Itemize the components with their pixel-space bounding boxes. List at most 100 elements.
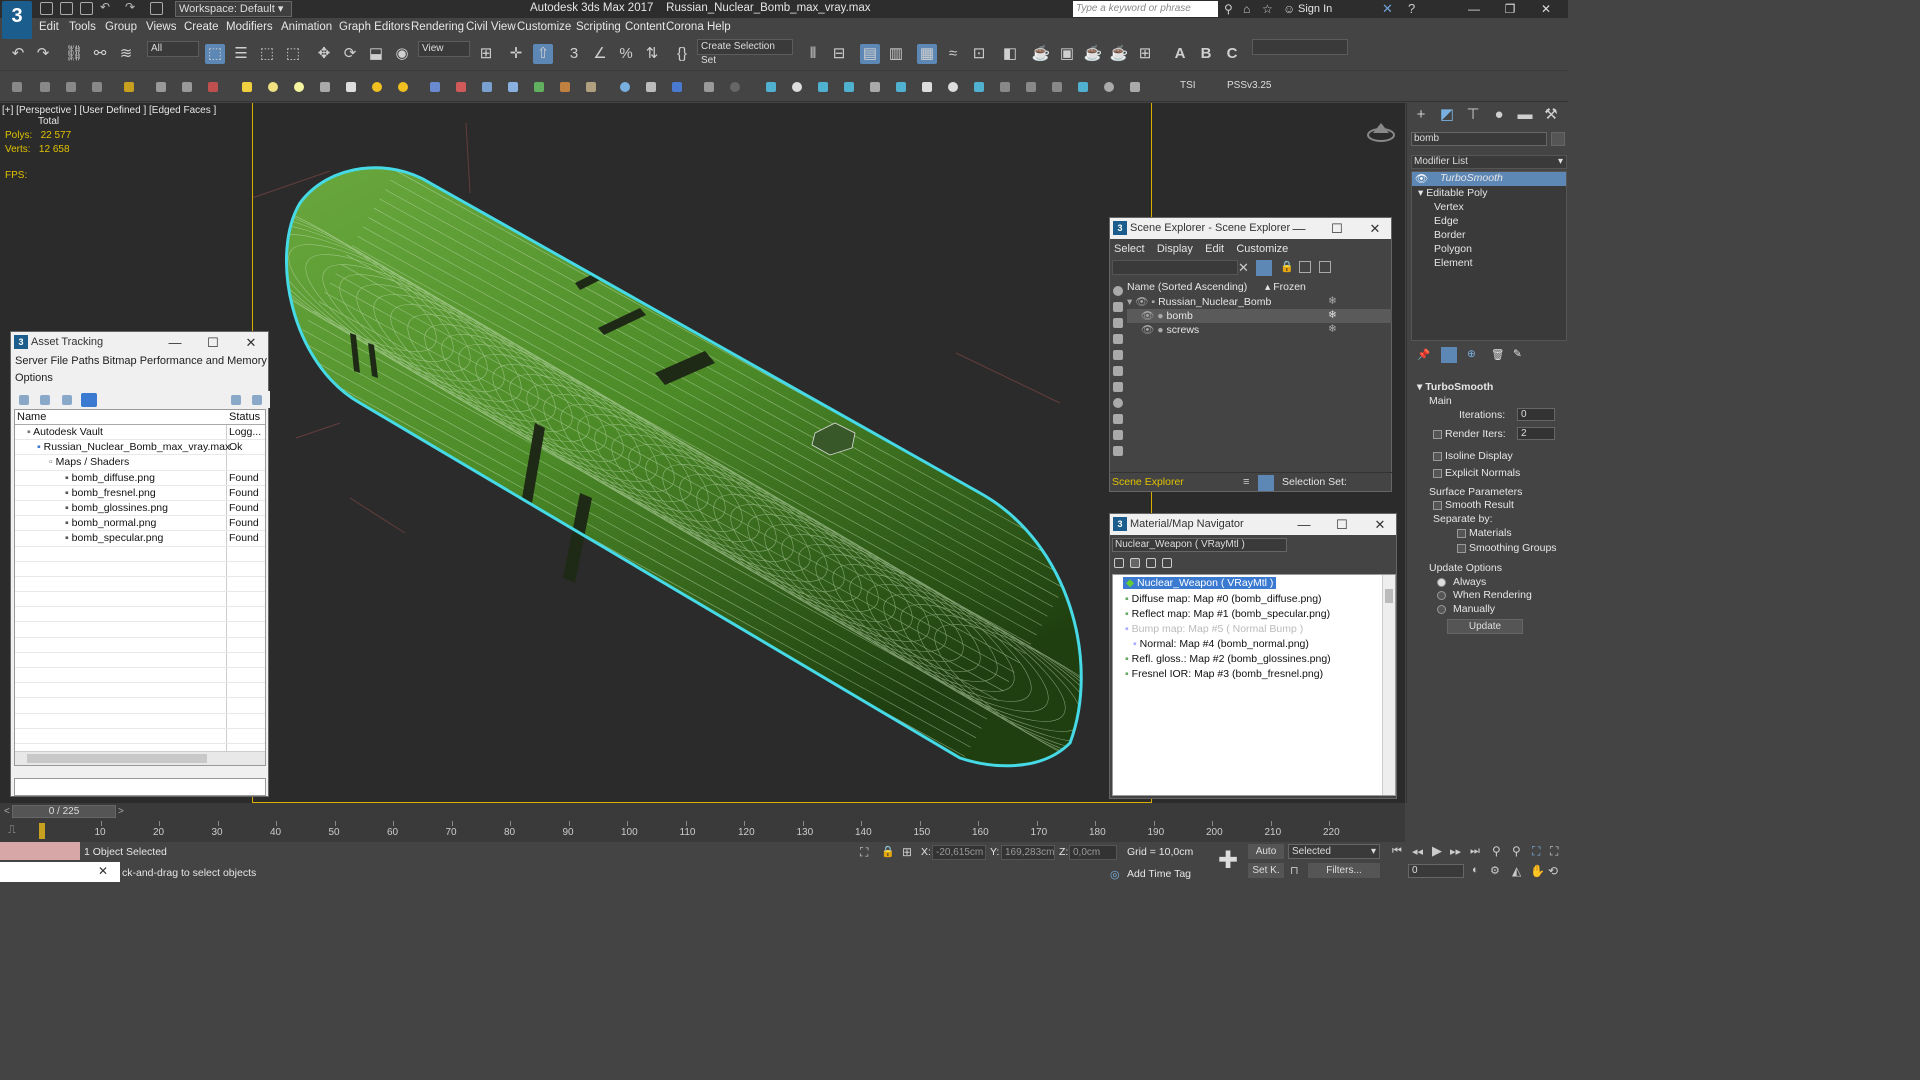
scene-item-screws[interactable]: 👁 ● screws — [1127, 323, 1392, 337]
stack-vertex[interactable]: Vertex — [1434, 201, 1464, 213]
rect-selection-icon[interactable]: ⬚ — [257, 44, 277, 64]
text-tool-a-icon[interactable]: A — [1170, 44, 1190, 64]
menu-group[interactable]: Group — [105, 21, 137, 33]
display-shapes-icon[interactable] — [1113, 302, 1123, 312]
lock-icon[interactable]: 🔒 — [1280, 260, 1294, 273]
tsi-label[interactable]: TSI — [1180, 80, 1196, 91]
col-frozen-header[interactable]: ▴ Frozen — [1265, 281, 1306, 295]
current-material-field[interactable]: Nuclear_Weapon ( VRayMtl ) — [1112, 538, 1287, 552]
menu-customize[interactable]: Customize — [517, 21, 571, 33]
tool-icon[interactable] — [1104, 82, 1114, 92]
stack-edge[interactable]: Edge — [1434, 215, 1459, 227]
minimize-button[interactable]: — — [156, 332, 194, 353]
window-crossing-icon[interactable]: ⬚ — [283, 44, 303, 64]
minimize-button[interactable]: — — [1285, 514, 1323, 535]
prev-frame-icon[interactable]: < — [4, 806, 10, 817]
menu-select[interactable]: Select — [1114, 243, 1145, 255]
view-large-icons-icon[interactable] — [1162, 558, 1172, 568]
scale-icon[interactable]: ⬓ — [366, 44, 386, 64]
menu-customize[interactable]: Customize — [1236, 243, 1288, 255]
tool-icon[interactable] — [398, 82, 408, 92]
tool-icon[interactable] — [320, 82, 330, 92]
tool-icon[interactable] — [1130, 82, 1140, 92]
keyboard-shortcut-override-icon[interactable]: ⇧ — [533, 44, 553, 64]
zoom-icon[interactable]: ⚲ — [1492, 844, 1501, 858]
display-frozen-icon[interactable] — [1113, 446, 1123, 456]
isolate-selection-icon[interactable]: ⛶ — [860, 845, 868, 860]
key-filters-button[interactable]: Filters... — [1308, 863, 1380, 878]
tool-icon[interactable] — [372, 82, 382, 92]
motion-tab-icon[interactable]: ● — [1489, 105, 1509, 125]
pin-stack-icon[interactable]: 📌 — [1417, 348, 1430, 361]
place-icon[interactable]: ◉ — [392, 44, 412, 64]
object-name-input[interactable]: bomb — [1411, 132, 1547, 146]
viewcube-icon[interactable] — [1366, 115, 1396, 145]
select-object-icon[interactable]: ⬚ — [205, 44, 225, 64]
selection-lock-icon[interactable]: 🔒 — [881, 845, 895, 858]
binoculars-icon[interactable]: ⚲ — [1224, 2, 1233, 16]
set-key-button[interactable]: Set K. — [1248, 863, 1284, 878]
pss-label[interactable]: PSSv3.25 — [1227, 80, 1271, 91]
select-manipulate-icon[interactable]: ✛ — [506, 44, 526, 64]
named-selection-set-dropdown[interactable]: Create Selection Set — [697, 39, 793, 66]
material-navigator-titlebar[interactable]: 3 Material/Map Navigator — ☐ ✕ — [1110, 514, 1396, 535]
ribbon-toggle-icon[interactable]: ▦ — [917, 44, 937, 64]
tool-icon[interactable] — [560, 82, 570, 92]
update-button[interactable]: Update — [1447, 619, 1523, 634]
view-small-icons-icon[interactable] — [1146, 558, 1156, 568]
table-row[interactable]: ▪ bomb_normal.png Found — [15, 516, 265, 532]
remove-modifier-icon[interactable]: 🗑 — [1491, 348, 1504, 361]
display-containers-icon[interactable] — [1113, 430, 1123, 440]
maximize-button[interactable]: ❐ — [1492, 0, 1528, 18]
close-icon[interactable]: ✕ — [98, 864, 108, 878]
tool-icon[interactable] — [346, 82, 356, 92]
tool-icon[interactable] — [430, 82, 440, 92]
display-xrefs-icon[interactable] — [1113, 398, 1123, 408]
current-frame-field[interactable]: 0 — [1408, 864, 1464, 878]
tool-icon[interactable] — [922, 82, 932, 92]
percent-snap-icon[interactable]: % — [616, 44, 636, 64]
tool-icon[interactable] — [646, 82, 656, 92]
y-coordinate-field[interactable]: 169,283cm — [1001, 845, 1055, 860]
close-button[interactable]: ✕ — [232, 332, 270, 353]
horizontal-scrollbar[interactable] — [15, 751, 265, 765]
map-normal[interactable]: ▪ Normal: Map #4 (bomb_normal.png) — [1133, 638, 1309, 650]
tool-icon[interactable] — [534, 82, 544, 92]
undo-icon[interactable]: ↶ — [8, 44, 28, 64]
material-editor-icon[interactable]: ◧ — [1000, 44, 1020, 64]
tool-icon[interactable] — [268, 82, 278, 92]
tool-icon[interactable] — [704, 82, 714, 92]
menu-display[interactable]: Display — [1157, 243, 1193, 255]
auto-key-button[interactable]: Auto — [1248, 844, 1284, 859]
asset-path-field[interactable] — [14, 778, 266, 796]
material-navigator-window[interactable]: 3 Material/Map Navigator — ☐ ✕ Nuclear_W… — [1109, 513, 1397, 799]
select-by-name-icon[interactable]: ☰ — [231, 44, 251, 64]
stack-editable-poly[interactable]: ▾ Editable Poly — [1418, 187, 1488, 199]
display-bones-icon[interactable] — [1113, 414, 1123, 424]
render-iters-checkbox[interactable] — [1433, 430, 1442, 439]
tool-icon[interactable] — [672, 82, 682, 92]
maximize-button[interactable]: ☐ — [1323, 514, 1361, 535]
tool-icon[interactable] — [81, 393, 97, 407]
freeze-icon[interactable]: ❄ — [1328, 295, 1337, 309]
clear-search-icon[interactable]: ✕ — [1238, 260, 1249, 276]
text-tool-c-icon[interactable]: C — [1222, 44, 1242, 64]
explicit-normals-checkbox[interactable] — [1433, 469, 1442, 478]
mirror-icon[interactable]: ⫴ — [803, 44, 823, 64]
field-of-view-icon[interactable]: ◭ — [1512, 864, 1521, 878]
maximize-button[interactable]: ☐ — [194, 332, 232, 353]
smoothing-groups-checkbox[interactable] — [1457, 544, 1466, 553]
undo-icon[interactable]: ↶ — [100, 1, 113, 15]
tool-icon[interactable] — [870, 82, 880, 92]
menu-views[interactable]: Views — [146, 21, 176, 33]
eye-icon[interactable]: 👁 — [1415, 172, 1428, 185]
play-icon[interactable]: ▶ — [1432, 843, 1442, 859]
spinner-snap-icon[interactable]: ⇅ — [642, 44, 662, 64]
tool-icon[interactable] — [896, 82, 906, 92]
project-folder-icon[interactable] — [150, 2, 163, 15]
favorites-star-icon[interactable]: ☆ — [1262, 2, 1273, 16]
zoom-extents-icon[interactable]: ⛶ — [1532, 844, 1540, 859]
tool-icon[interactable] — [12, 82, 22, 92]
tool-icon[interactable] — [252, 395, 262, 405]
table-row[interactable]: ▪ Russian_Nuclear_Bomb_max_vray.max Ok — [15, 440, 265, 456]
